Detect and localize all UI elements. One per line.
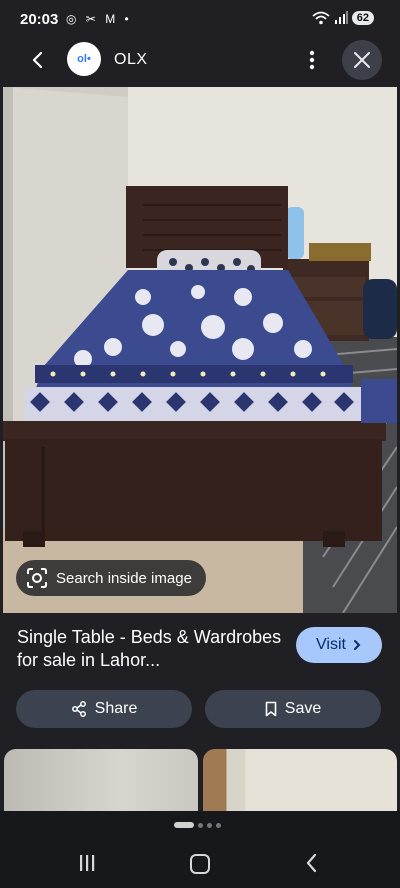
battery-indicator: 62	[351, 11, 374, 25]
share-icon	[71, 701, 86, 717]
nav-back-icon[interactable]	[302, 852, 322, 874]
page-dot-active	[174, 822, 194, 828]
related-image-1[interactable]	[4, 749, 198, 811]
visit-label: Visit	[316, 636, 346, 653]
signal-icon	[334, 11, 348, 24]
search-inside-image-button[interactable]: Search inside image	[16, 560, 206, 596]
page-dot	[216, 822, 221, 828]
back-arrow-icon[interactable]	[24, 46, 52, 74]
status-time: 20:03	[20, 11, 59, 28]
share-button[interactable]: Share	[16, 690, 192, 728]
share-label: Share	[94, 700, 138, 717]
close-icon	[354, 52, 370, 68]
site-name: OLX	[114, 51, 148, 68]
page-indicator	[174, 822, 221, 828]
result-title[interactable]: Single Table - Beds & Wardrobes for sale…	[17, 626, 287, 672]
notification-icons: ◎ ✂ M •	[66, 12, 132, 26]
recents-icon[interactable]	[76, 852, 98, 874]
lens-icon	[27, 568, 47, 588]
bookmark-icon	[265, 701, 277, 717]
result-image[interactable]	[3, 87, 397, 613]
bed-photo	[3, 87, 397, 613]
home-icon[interactable]	[190, 854, 210, 874]
app-bar: ol• OLX	[0, 36, 400, 84]
related-image-2[interactable]	[203, 749, 397, 811]
more-options-icon[interactable]	[302, 46, 322, 74]
page-dot	[198, 822, 203, 828]
page-dot	[207, 822, 212, 828]
close-button[interactable]	[342, 40, 382, 80]
chevron-right-icon	[353, 640, 361, 650]
visit-button[interactable]: Visit	[296, 627, 382, 663]
wifi-icon	[312, 11, 330, 25]
site-logo: ol•	[67, 42, 101, 76]
save-button[interactable]: Save	[205, 690, 381, 728]
system-icons: 62	[312, 11, 374, 25]
olx-logo-icon: ol•	[77, 53, 91, 65]
search-inside-image-label: Search inside image	[56, 569, 192, 587]
status-bar: 20:03 ◎ ✂ M • 62	[0, 0, 400, 36]
save-label: Save	[284, 700, 322, 717]
